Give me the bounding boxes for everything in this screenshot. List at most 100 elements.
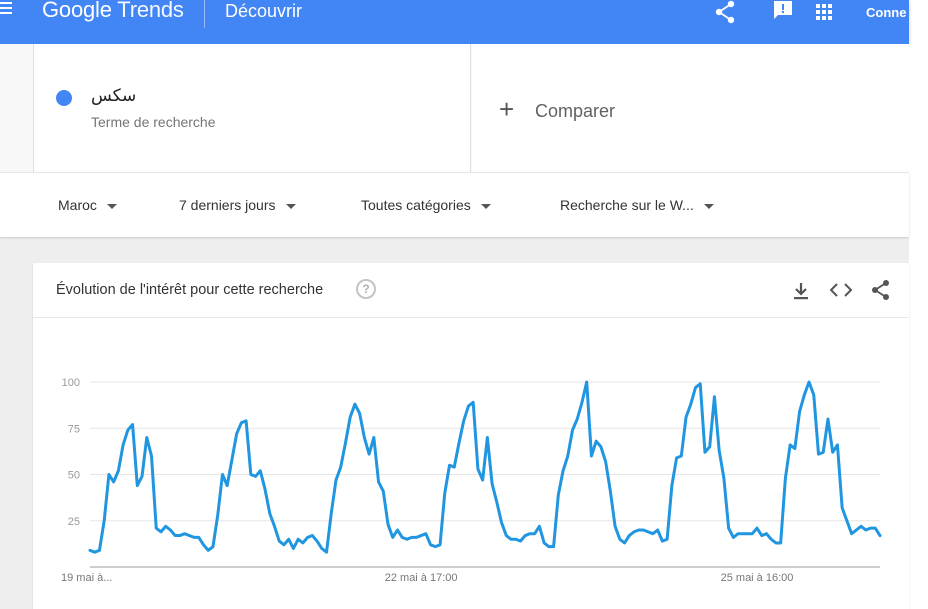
data-point[interactable] (259, 470, 262, 472)
data-point[interactable] (879, 534, 881, 537)
data-point[interactable] (789, 444, 791, 446)
section-title-discover[interactable]: Découvrir (225, 1, 302, 22)
search-term-card[interactable]: سكس Terme de recherche (33, 44, 471, 172)
data-point[interactable] (685, 416, 687, 418)
data-point[interactable] (283, 544, 285, 546)
data-point[interactable] (637, 529, 640, 531)
data-point[interactable] (292, 547, 295, 550)
data-point[interactable] (713, 396, 716, 398)
data-point[interactable] (496, 501, 498, 504)
data-point[interactable] (117, 470, 120, 472)
data-point[interactable] (727, 527, 730, 529)
data-point[interactable] (207, 549, 210, 552)
data-point[interactable] (519, 540, 522, 542)
data-point[interactable] (581, 401, 583, 404)
data-point[interactable] (216, 514, 219, 516)
data-point[interactable] (529, 532, 531, 535)
data-point[interactable] (297, 538, 299, 541)
data-point[interactable] (746, 532, 749, 535)
search-type-dropdown[interactable]: Recherche sur le W... (560, 197, 714, 213)
data-point[interactable] (164, 525, 167, 528)
data-point[interactable] (557, 494, 560, 496)
data-point[interactable] (240, 421, 243, 424)
data-point[interactable] (368, 453, 370, 455)
data-point[interactable] (358, 412, 361, 415)
data-point[interactable] (614, 525, 616, 528)
data-point[interactable] (425, 532, 427, 535)
data-point[interactable] (765, 532, 768, 535)
data-point[interactable] (552, 545, 555, 548)
data-point[interactable] (633, 531, 635, 533)
data-point[interactable] (524, 534, 527, 537)
data-point[interactable] (212, 545, 214, 548)
data-point[interactable] (595, 440, 597, 442)
data-point[interactable] (666, 538, 668, 541)
data-point[interactable] (477, 468, 479, 470)
data-point[interactable] (410, 536, 413, 539)
data-point[interactable] (869, 527, 872, 529)
data-point[interactable] (448, 464, 451, 467)
data-point[interactable] (680, 455, 683, 457)
data-point[interactable] (391, 536, 394, 539)
data-point[interactable] (250, 473, 252, 476)
data-point[interactable] (160, 531, 162, 533)
data-point[interactable] (254, 475, 257, 478)
data-point[interactable] (311, 534, 314, 537)
data-point[interactable] (500, 521, 503, 524)
data-point[interactable] (382, 490, 385, 492)
data-point[interactable] (822, 451, 825, 454)
data-point[interactable] (671, 484, 673, 487)
data-point[interactable] (278, 540, 281, 542)
data-point[interactable] (699, 383, 702, 385)
data-point[interactable] (235, 433, 238, 435)
data-point[interactable] (562, 470, 564, 472)
data-point[interactable] (406, 538, 408, 541)
data-point[interactable] (335, 479, 337, 481)
data-point[interactable] (798, 410, 801, 413)
data-point[interactable] (850, 532, 853, 535)
data-point[interactable] (264, 488, 266, 491)
data-point[interactable] (98, 549, 101, 552)
data-point[interactable] (321, 547, 323, 550)
apps-icon[interactable] (815, 3, 833, 21)
data-point[interactable] (708, 445, 711, 448)
data-point[interactable] (576, 418, 579, 420)
data-point[interactable] (127, 429, 129, 431)
data-point[interactable] (131, 423, 134, 426)
data-point[interactable] (779, 542, 782, 544)
data-point[interactable] (566, 455, 569, 457)
data-point[interactable] (245, 420, 247, 422)
data-point[interactable] (481, 479, 484, 481)
data-point[interactable] (590, 455, 593, 457)
data-point[interactable] (453, 466, 456, 468)
data-point[interactable] (467, 405, 470, 407)
data-point[interactable] (491, 482, 493, 485)
data-point[interactable] (443, 492, 446, 494)
data-point[interactable] (723, 477, 725, 479)
data-point[interactable] (136, 484, 139, 487)
data-point[interactable] (510, 538, 512, 541)
data-point[interactable] (803, 394, 806, 396)
data-point[interactable] (198, 536, 200, 539)
category-dropdown[interactable]: Toutes catégories (361, 197, 491, 213)
data-point[interactable] (93, 551, 96, 553)
data-point[interactable] (812, 394, 815, 396)
data-point[interactable] (817, 453, 820, 455)
data-point[interactable] (751, 532, 754, 535)
data-point[interactable] (354, 403, 356, 405)
data-point[interactable] (874, 527, 877, 529)
data-point[interactable] (373, 436, 375, 439)
data-point[interactable] (860, 525, 862, 528)
data-point[interactable] (268, 512, 271, 515)
data-point[interactable] (704, 451, 706, 454)
data-point[interactable] (302, 542, 304, 544)
data-point[interactable] (548, 545, 550, 548)
region-dropdown[interactable]: Maroc (58, 197, 117, 213)
data-point[interactable] (122, 444, 124, 446)
data-point[interactable] (462, 420, 465, 422)
data-point[interactable] (642, 529, 645, 531)
data-point[interactable] (439, 544, 441, 546)
data-point[interactable] (486, 436, 489, 439)
data-point[interactable] (363, 436, 366, 439)
data-point[interactable] (689, 403, 692, 405)
